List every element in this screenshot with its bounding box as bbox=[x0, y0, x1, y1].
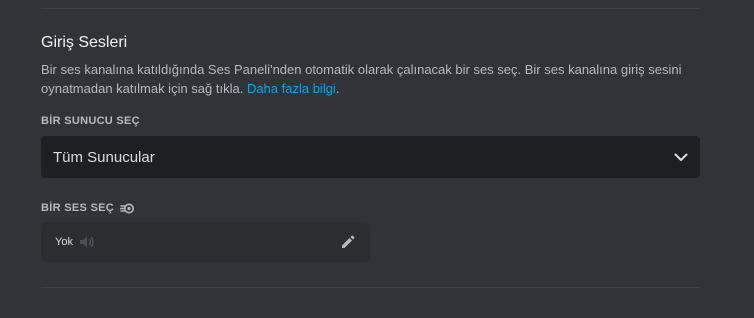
nitro-icon bbox=[120, 203, 135, 214]
sound-current-name: Yok bbox=[55, 236, 73, 248]
chevron-down-icon bbox=[674, 150, 688, 164]
section-description: Bir ses kanalına katıldığında Ses Paneli… bbox=[41, 60, 706, 98]
pencil-icon[interactable] bbox=[340, 234, 356, 250]
server-select-dropdown[interactable]: Tüm Sunucular bbox=[41, 136, 700, 178]
sound-select-card: Yok bbox=[41, 222, 370, 262]
section-title: Giriş Sesleri bbox=[41, 34, 128, 51]
speaker-icon bbox=[79, 235, 95, 249]
bottom-divider bbox=[41, 287, 700, 288]
sound-select-label-row: BİR SES SEÇ bbox=[41, 201, 135, 215]
server-select-label: BİR SUNUCU SEÇ bbox=[41, 115, 140, 127]
description-end: . bbox=[335, 81, 340, 96]
description-text: Bir ses kanalına katıldığında Ses Paneli… bbox=[41, 62, 682, 96]
learn-more-link[interactable]: Daha fazla bilgi bbox=[247, 81, 336, 96]
top-divider bbox=[41, 8, 700, 9]
server-select-value: Tüm Sunucular bbox=[53, 148, 155, 166]
sound-current: Yok bbox=[55, 235, 95, 249]
sound-select-label: BİR SES SEÇ bbox=[41, 202, 114, 214]
